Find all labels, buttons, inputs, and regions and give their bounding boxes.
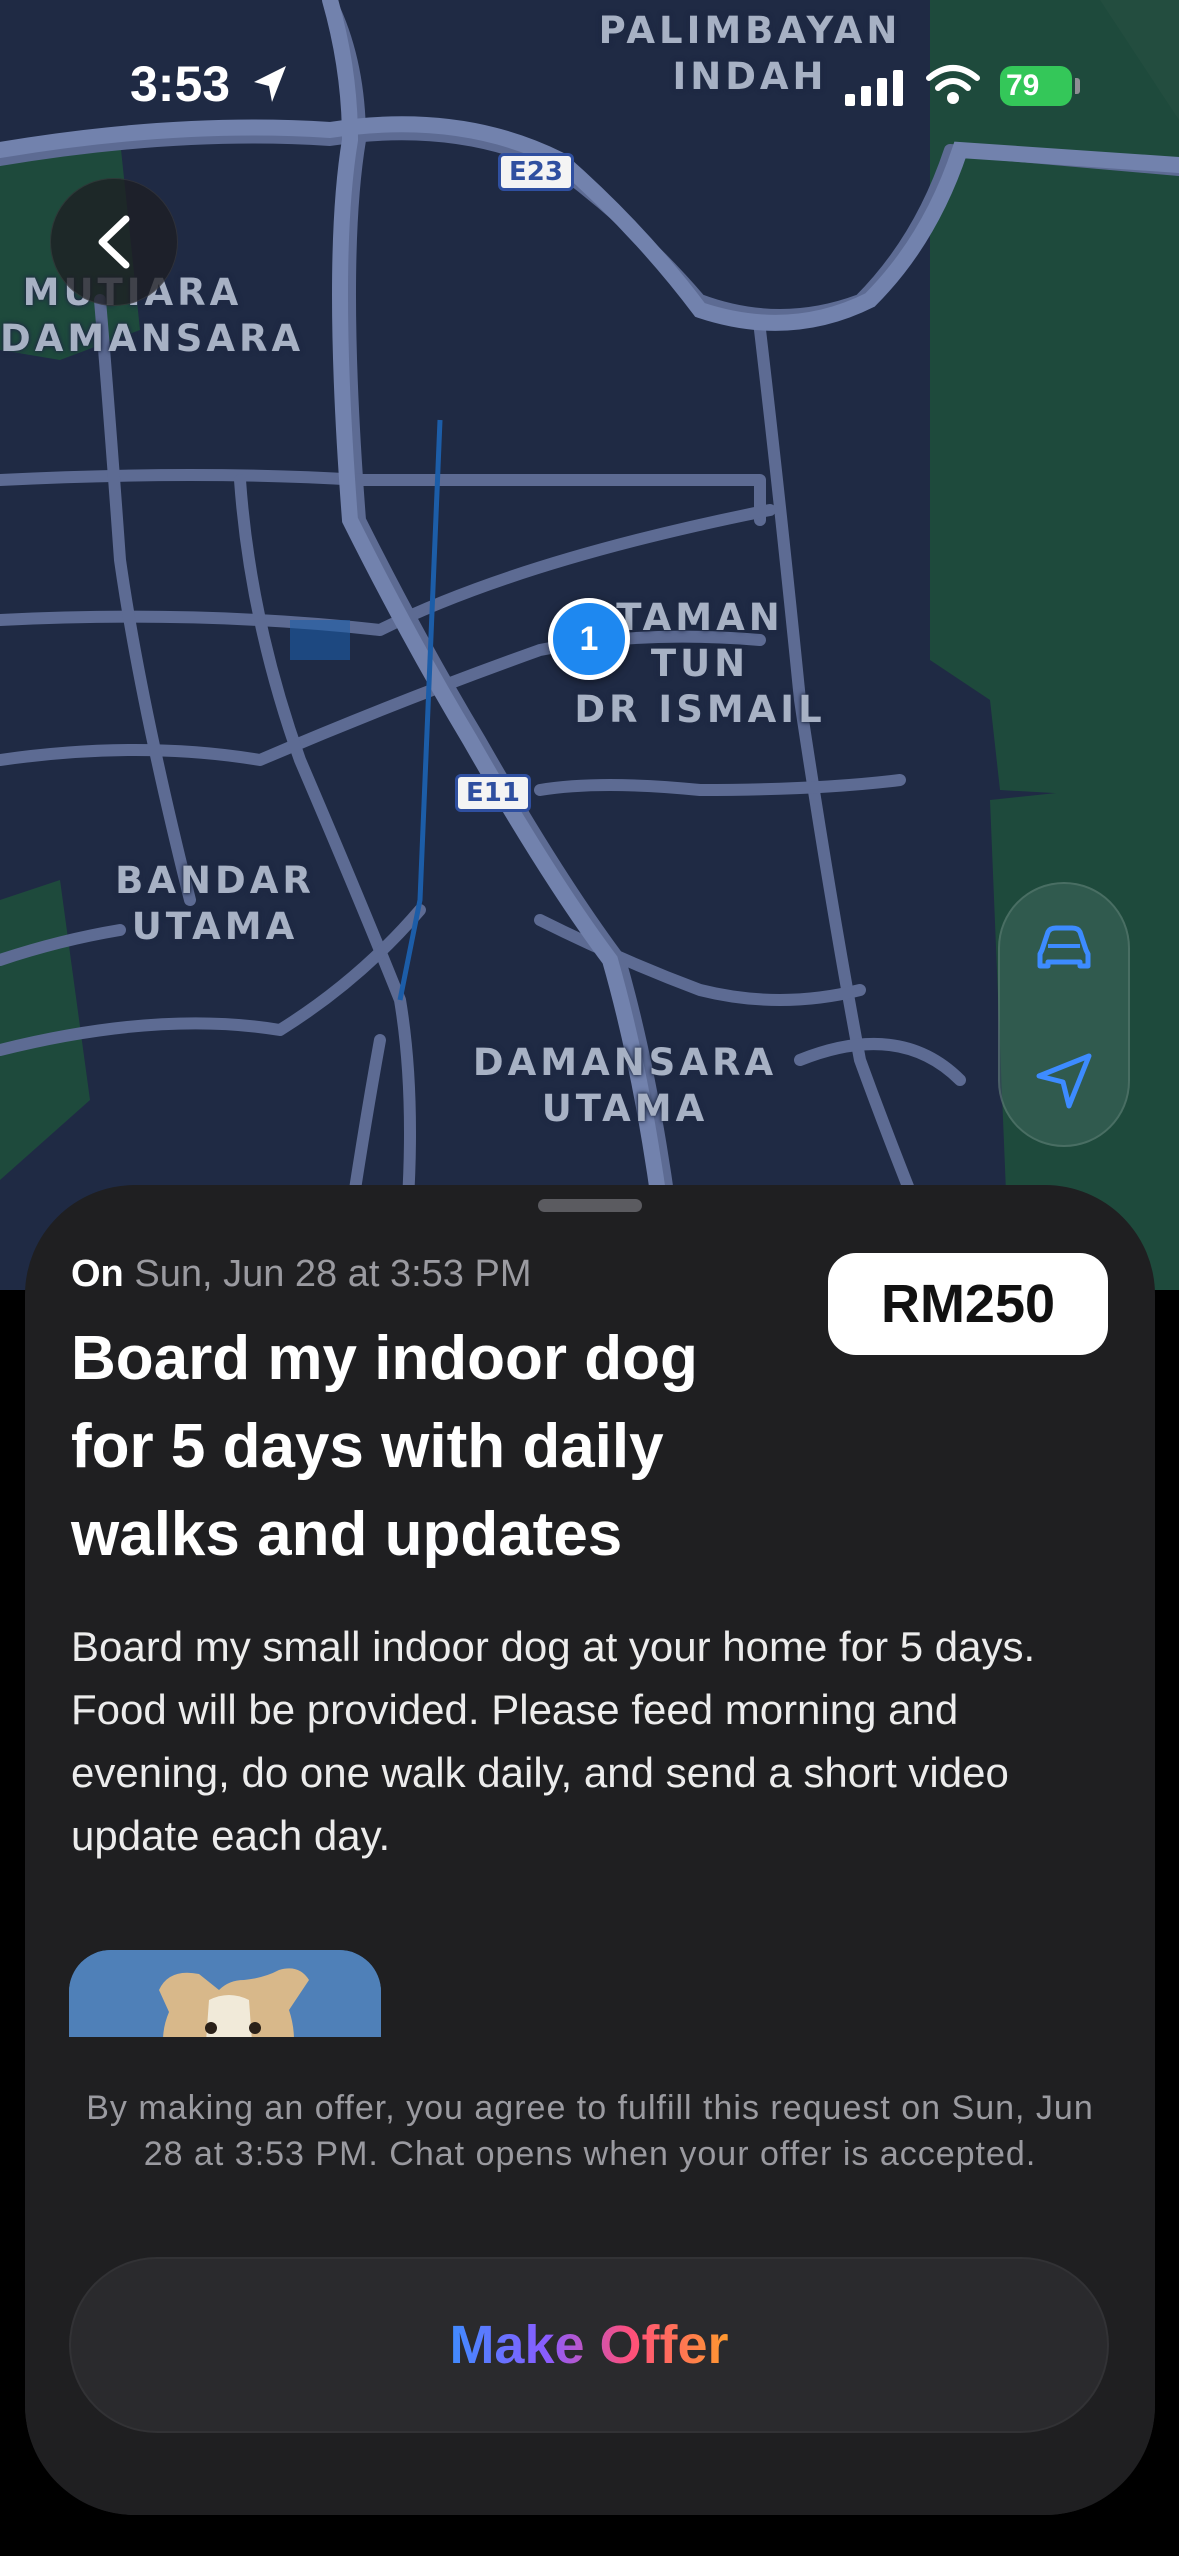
wifi-icon: [926, 65, 980, 104]
sheet-grabber[interactable]: [538, 1199, 642, 1212]
car-icon[interactable]: [998, 882, 1130, 1014]
make-offer-button[interactable]: Make Offer: [69, 2257, 1109, 2433]
task-date: On Sun, Jun 28 at 3:53 PM: [71, 1253, 532, 1296]
make-offer-label: Make Offer: [449, 2315, 729, 2375]
road-shield-e23: E23: [498, 153, 574, 191]
chevron-left-icon: [98, 215, 130, 269]
location-services-icon: [254, 66, 286, 102]
task-description: Board my small indoor dog at your home f…: [71, 1623, 1036, 1859]
offer-disclaimer: By making an offer, you agree to fulfill…: [86, 2089, 1094, 2173]
map-label-bandar-utama: BANDAR UTAMA: [115, 859, 315, 948]
location-arrow-icon[interactable]: [998, 1015, 1130, 1147]
date-value: Sun, Jun 28 at 3:53 PM: [134, 1253, 532, 1295]
screen: PALIMBAYAN INDAH MUTIARA DAMANSARA TAMAN…: [0, 0, 1179, 2556]
battery-indicator: 79: [1000, 66, 1072, 106]
task-title: Board my indoor dog for 5 days with dail…: [71, 1324, 698, 1569]
road-shield-e11: E11: [455, 774, 531, 812]
status-time: 3:53: [130, 56, 231, 112]
date-prefix: On: [71, 1253, 124, 1295]
back-button[interactable]: [50, 178, 178, 306]
battery-tip: [1075, 78, 1080, 94]
cellular-signal-icon: [845, 70, 903, 106]
task-detail-sheet: On Sun, Jun 28 at 3:53 PM RM250 Board my…: [25, 1185, 1155, 2515]
map-view[interactable]: PALIMBAYAN INDAH MUTIARA DAMANSARA TAMAN…: [0, 0, 1179, 1290]
map-pin[interactable]: 1: [548, 598, 630, 680]
map-controls: [998, 882, 1130, 1147]
price-badge: RM250: [828, 1253, 1108, 1355]
map-label-damansara-utama: DAMANSARA UTAMA: [472, 1041, 778, 1130]
